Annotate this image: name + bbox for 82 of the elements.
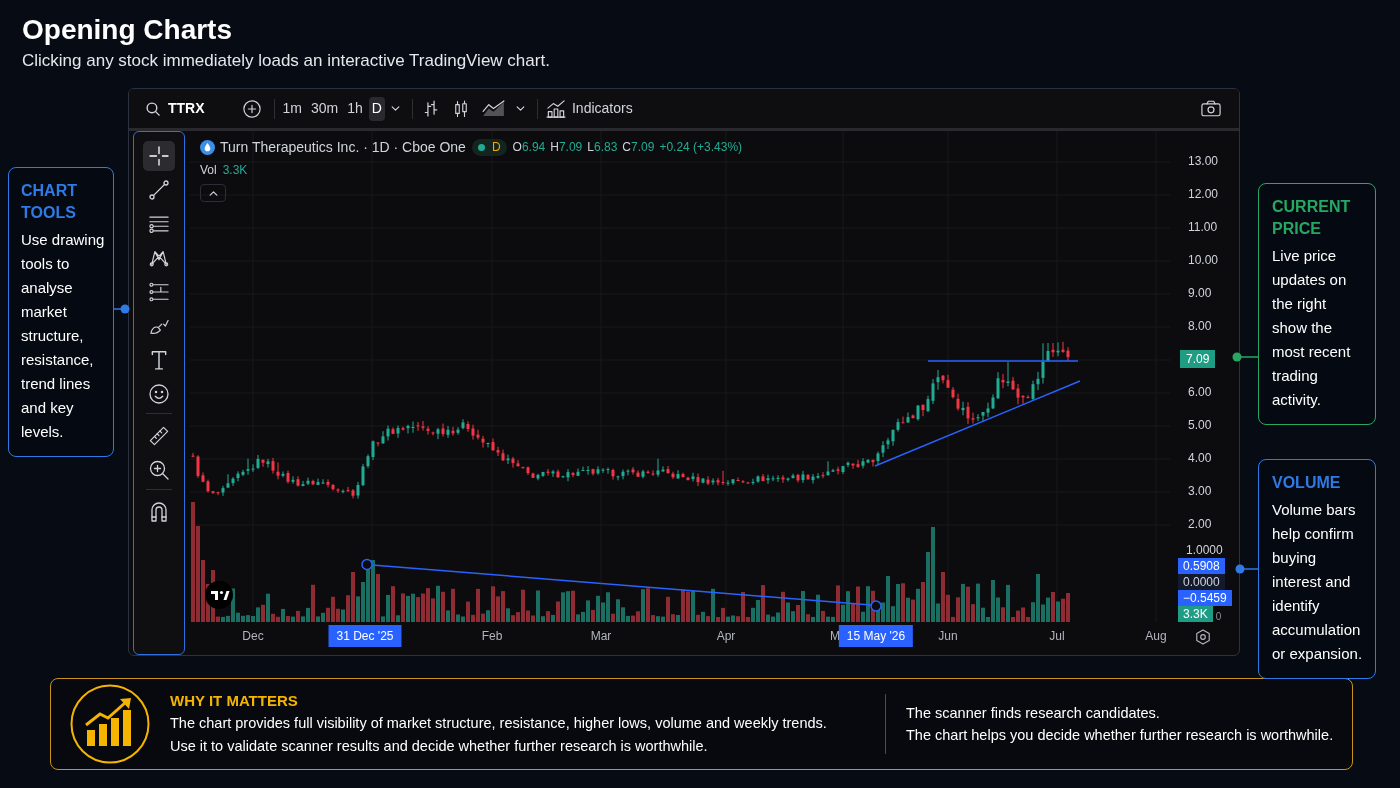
ohlc-reading: L6.83 — [587, 139, 618, 156]
page-title: Opening Charts — [22, 13, 232, 47]
search-icon[interactable] — [146, 101, 160, 116]
price-axis-label: 4.00 — [1187, 449, 1212, 467]
volume-axis-badge: 3.3K — [1178, 606, 1213, 622]
ohlc-reading: O6.94 — [512, 139, 546, 156]
price-axis-label: 10.00 — [1187, 251, 1219, 269]
interval-tab[interactable]: 1h — [344, 96, 366, 121]
price-axis-label: 3.00 — [1187, 482, 1212, 500]
bar-chart-icon[interactable] — [423, 99, 438, 118]
price-axis-label: 11.00 — [1187, 218, 1218, 236]
price-axis-label: 2.00 — [1187, 515, 1212, 533]
stacked-lines-icon — [149, 282, 169, 302]
info-note: The chart helps you decide whether further research is worthwhile. — [906, 726, 1334, 745]
ruler-icon — [149, 426, 169, 446]
time-marker-badge: 31 Dec '25 — [328, 625, 402, 647]
camera-icon[interactable] — [1201, 100, 1221, 117]
trend-line-icon — [149, 180, 169, 200]
status-dot-icon — [477, 143, 485, 151]
price-axis-label: 13.00 — [1187, 152, 1219, 170]
callout-text: Live price updates on the right show the most recent trading activity. — [1272, 246, 1352, 410]
chevron-down-icon[interactable] — [390, 106, 400, 111]
time-axis-label: Jul — [1049, 629, 1065, 644]
time-axis-label: M — [830, 629, 840, 644]
page-subtitle: Clicking any stock immediately loads an interactive TradingView chart. — [22, 50, 550, 72]
time-marker-badge: 15 May '26 — [838, 625, 914, 647]
time-axis-label: Dec — [242, 629, 264, 644]
text-tool-icon — [149, 350, 169, 370]
volume-axis-label: 1.0000 — [1185, 542, 1223, 558]
callout-text: Volume bars help confirm buying interest and identify accumulation or expansion. — [1272, 500, 1364, 664]
interval-tab[interactable]: 1m — [279, 96, 305, 121]
chevron-up-icon — [208, 190, 218, 196]
zoom-in-icon — [149, 460, 169, 480]
volume-value: 3.3K — [222, 162, 248, 179]
price-axis-label: 12.00 — [1187, 185, 1219, 203]
volume-axis-badge: −0.5459 — [1178, 590, 1232, 606]
collapse-button[interactable] — [200, 184, 226, 202]
ohlc-reading: C7.09 — [622, 139, 655, 156]
drawing-tool-button[interactable] — [143, 141, 175, 171]
volume-axis-badge: 0.0000 — [1178, 574, 1225, 590]
zigzag-pattern-icon — [149, 248, 169, 268]
time-axis-label: Aug — [1145, 629, 1167, 644]
interval-tab[interactable]: 30m — [308, 96, 342, 121]
callout-title: CURRENT PRICE — [1272, 197, 1352, 239]
auto-scale-icon[interactable] — [1195, 629, 1211, 645]
indicators-icon — [545, 99, 566, 118]
growth-chart-icon — [70, 684, 150, 764]
time-axis-label: Mar — [590, 629, 612, 644]
time-axis-label: Feb — [481, 629, 503, 644]
volume-label: Vol — [200, 162, 217, 179]
info-note: The scanner finds research candidates. — [906, 704, 1160, 723]
horizontal-lines-icon — [149, 214, 169, 234]
area-chart-icon[interactable] — [481, 100, 505, 117]
symbol-search[interactable]: TTRX — [168, 98, 205, 119]
market-status: D — [491, 139, 501, 156]
add-symbol-icon[interactable] — [242, 99, 261, 118]
callout-title: VOLUME — [1272, 473, 1342, 493]
volume-axis-badge: 0.5908 — [1178, 558, 1225, 574]
magnet-icon — [149, 502, 169, 522]
interval-tab[interactable]: D — [368, 96, 385, 121]
callout-text: Use drawing tools to analyse market structure, resistance, trend lines and key levels. — [21, 230, 106, 442]
price-change: +0.24 (+3.43%) — [659, 139, 743, 156]
info-text: Use it to validate scanner results and decide whether further research is worthwhile. — [170, 737, 708, 756]
callout-title: CHART TOOLS — [21, 181, 78, 223]
info-text: The chart provides full visibility of market structure, resistance, higher lows, volume and weekly trends. — [170, 714, 827, 733]
candlestick-icon[interactable] — [453, 99, 468, 118]
chevron-down-icon[interactable] — [515, 106, 525, 111]
time-axis-label: Jun — [938, 629, 958, 644]
time-axis-label: Apr — [716, 629, 736, 644]
chart-title: Turn Therapeutics Inc. · 1D · Cboe One — [220, 137, 466, 157]
crosshair-icon — [149, 146, 169, 166]
volume-axis-label: 0 — [1215, 612, 1222, 622]
price-axis-label: 5.00 — [1187, 416, 1212, 434]
price-axis-label: 8.00 — [1187, 317, 1212, 335]
smiley-icon — [149, 384, 169, 404]
price-axis-label: 9.00 — [1187, 284, 1212, 302]
indicators-button[interactable]: Indicators — [544, 95, 634, 122]
info-title: WHY IT MATTERS — [170, 691, 298, 711]
ohlc-reading: H7.09 — [550, 139, 583, 156]
last-price-badge: 7.09 — [1180, 349, 1216, 368]
company-logo-icon — [200, 139, 215, 155]
price-axis-label: 6.00 — [1187, 383, 1212, 401]
